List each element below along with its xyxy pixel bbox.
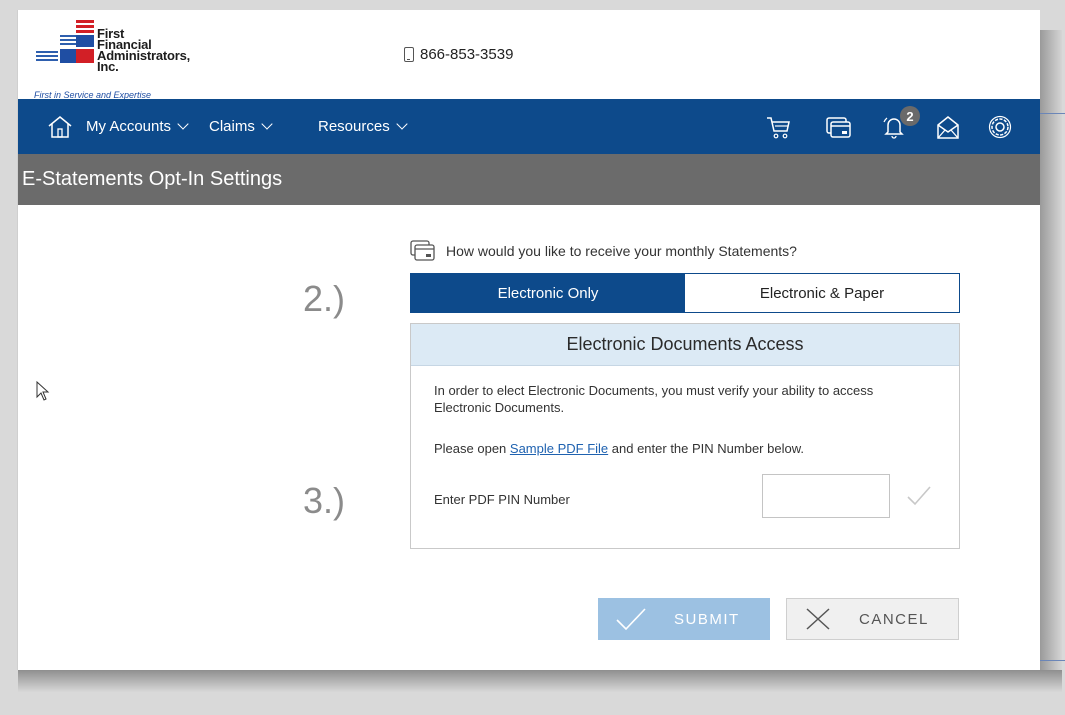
- company-logo[interactable]: First Financial Administrators, Inc. Fir…: [34, 18, 194, 100]
- delivery-toggle: Electronic Only Electronic & Paper: [410, 273, 960, 313]
- close-icon: [806, 608, 830, 630]
- nav-claims[interactable]: Claims: [209, 99, 273, 154]
- phone-text: 866-853-3539: [420, 46, 514, 63]
- card-icon[interactable]: [824, 113, 852, 141]
- panel-instructions: In order to elect Electronic Documents, …: [434, 383, 874, 415]
- screenshot-stage: First Financial Administrators, Inc. Fir…: [0, 0, 1065, 715]
- card-icon: [410, 240, 435, 261]
- mouse-cursor-icon: [36, 381, 50, 401]
- option-electronic-only[interactable]: Electronic Only: [411, 274, 685, 312]
- sample-pdf-link[interactable]: Sample PDF File: [510, 441, 608, 456]
- browser-window: First Financial Administrators, Inc. Fir…: [17, 10, 1040, 670]
- instruction-suffix: and enter the PIN Number below.: [608, 441, 804, 456]
- window-shadow-right: [1040, 30, 1062, 690]
- nav-resources[interactable]: Resources: [318, 99, 408, 154]
- pin-input[interactable]: [762, 474, 890, 518]
- option-electronic-and-paper[interactable]: Electronic & Paper: [685, 274, 959, 312]
- submit-button[interactable]: SUBMIT: [598, 598, 770, 640]
- check-icon: [907, 486, 931, 506]
- panel-pdf-instructions: Please open Sample PDF File and enter th…: [434, 440, 924, 457]
- phone-icon: [404, 47, 414, 62]
- main-nav: My Accounts Claims Resources 2: [18, 99, 1040, 154]
- chevron-down-icon: [261, 117, 273, 130]
- question-text: How would you like to receive your month…: [446, 243, 797, 259]
- notification-badge: 2: [900, 106, 920, 126]
- window-shadow-bottom: [18, 670, 1062, 692]
- pin-label: Enter PDF PIN Number: [434, 492, 570, 507]
- home-icon[interactable]: [46, 113, 74, 141]
- nav-label: My Accounts: [86, 118, 172, 135]
- instruction-prefix: Please open: [434, 441, 510, 456]
- nav-label: Resources: [318, 118, 390, 135]
- chevron-down-icon: [396, 117, 408, 130]
- cart-icon[interactable]: [764, 113, 792, 141]
- cancel-label: CANCEL: [859, 610, 929, 628]
- nav-my-accounts[interactable]: My Accounts: [86, 99, 189, 154]
- chevron-down-icon: [177, 117, 189, 130]
- logo-mark-icon: [36, 20, 94, 63]
- step-label-2: 2.): [303, 278, 346, 319]
- site-header: First Financial Administrators, Inc. Fir…: [18, 10, 1040, 100]
- cancel-button[interactable]: CANCEL: [786, 598, 959, 640]
- submit-label: SUBMIT: [674, 610, 740, 628]
- page-title: E-Statements Opt-In Settings: [18, 154, 1040, 205]
- check-icon: [616, 608, 646, 631]
- electronic-documents-panel: Electronic Documents Access In order to …: [410, 323, 960, 549]
- mail-icon[interactable]: [934, 113, 962, 141]
- gear-icon[interactable]: [986, 113, 1014, 141]
- background-line: [1040, 113, 1065, 114]
- nav-label: Claims: [209, 118, 255, 135]
- step-label-3: 3.): [303, 480, 346, 521]
- panel-heading: Electronic Documents Access: [411, 324, 959, 366]
- background-line: [1040, 660, 1065, 661]
- statement-question: How would you like to receive your month…: [410, 240, 797, 262]
- phone-number[interactable]: 866-853-3539: [404, 46, 513, 63]
- logo-text: First Financial Administrators, Inc.: [97, 27, 190, 73]
